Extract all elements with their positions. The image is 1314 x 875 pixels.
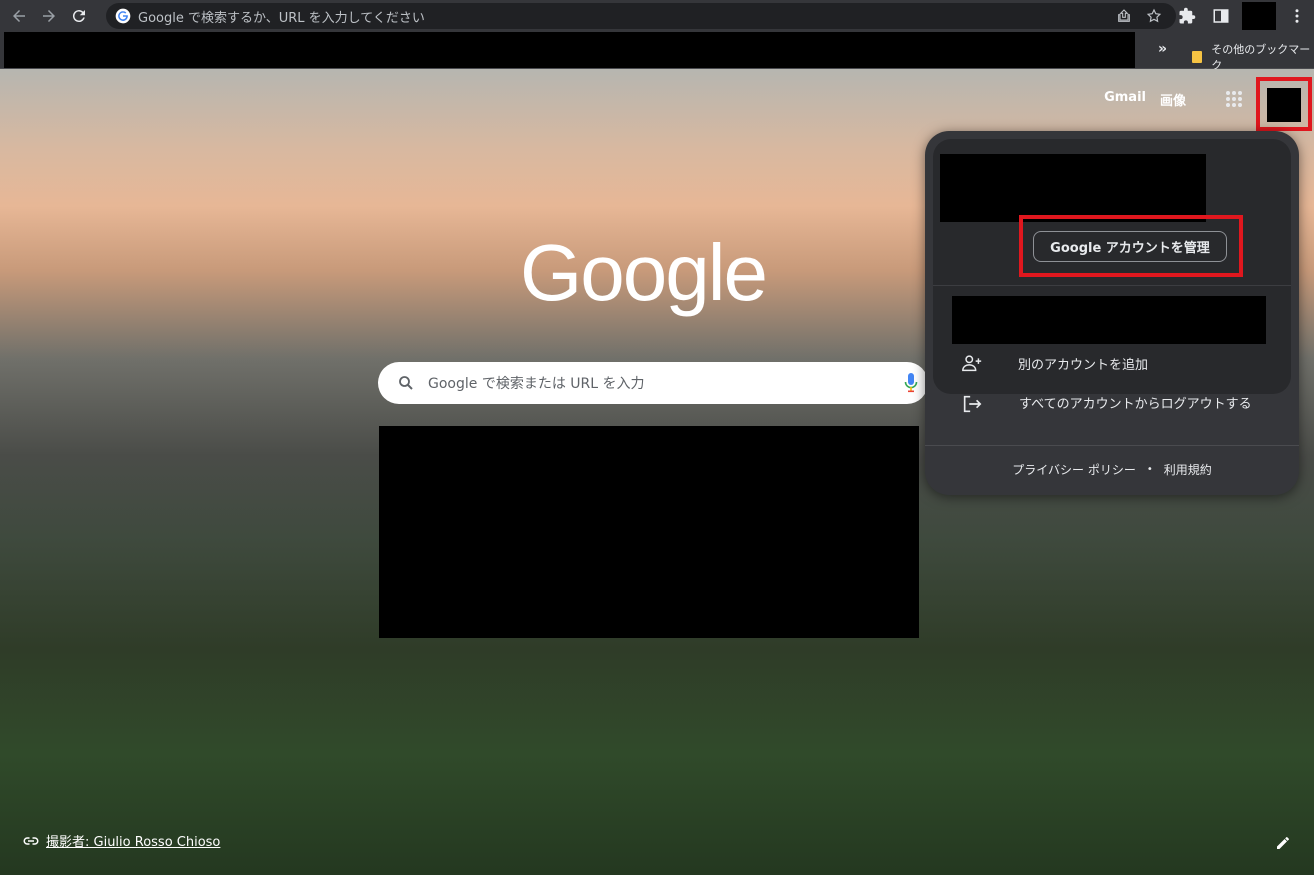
search-icon bbox=[399, 376, 413, 390]
search-placeholder: Google で検索または URL を入力 bbox=[428, 376, 645, 392]
footer-separator: • bbox=[1146, 464, 1153, 475]
extensions-icon[interactable] bbox=[1178, 7, 1196, 25]
add-account-item[interactable]: 別のアカウントを追加 bbox=[961, 352, 1148, 374]
address-bar[interactable]: Google で検索するか、URL を入力してください bbox=[106, 3, 1176, 29]
pencil-icon[interactable] bbox=[1275, 835, 1291, 851]
gmail-link[interactable]: Gmail bbox=[1104, 90, 1146, 109]
manage-account-button[interactable]: Google アカウントを管理 bbox=[1033, 231, 1227, 262]
ntp-search-box[interactable]: Google で検索または URL を入力 bbox=[378, 362, 928, 404]
manage-account-highlight: Google アカウントを管理 bbox=[1019, 215, 1243, 277]
attribution-text: 撮影者: Giulio Rosso Chioso bbox=[46, 835, 221, 850]
address-bar-text: Google で検索するか、URL を入力してください bbox=[138, 10, 425, 26]
mic-icon[interactable] bbox=[904, 373, 918, 393]
google-logo: Google bbox=[520, 228, 768, 317]
reload-icon bbox=[72, 10, 85, 23]
privacy-policy-link[interactable]: プライバシー ポリシー bbox=[1012, 461, 1136, 478]
toolbar-right bbox=[1170, 0, 1314, 32]
forward-icon bbox=[43, 10, 55, 22]
star-icon[interactable] bbox=[1146, 8, 1162, 24]
sign-out-all-label: すべてのアカウントからログアウトする bbox=[1019, 396, 1252, 412]
footer-divider bbox=[925, 445, 1299, 446]
popup-footer: プライバシー ポリシー • 利用規約 bbox=[925, 461, 1299, 478]
photo-attribution[interactable]: 撮影者: Giulio Rosso Chioso bbox=[22, 831, 220, 850]
account-avatar-highlight bbox=[1256, 77, 1312, 131]
logout-icon bbox=[963, 395, 982, 413]
terms-link[interactable]: 利用規約 bbox=[1164, 461, 1212, 478]
add-person-icon bbox=[962, 355, 982, 372]
bookmarks-bar: » その他のブックマーク bbox=[0, 32, 1314, 72]
top-links: Gmail 画像 bbox=[1104, 90, 1186, 109]
redacted-shortcuts bbox=[379, 426, 919, 638]
link-icon bbox=[23, 836, 39, 845]
side-panel-icon[interactable] bbox=[1212, 7, 1230, 25]
menu-icon[interactable] bbox=[1288, 7, 1306, 25]
account-menu-popup: Google アカウントを管理 別のアカウントを追加 すべてのアカウントからログ… bbox=[925, 131, 1299, 495]
bookmarks-overflow-button[interactable]: » bbox=[1158, 41, 1167, 57]
divider bbox=[933, 285, 1291, 286]
back-button[interactable] bbox=[8, 5, 30, 27]
redacted-other-account bbox=[952, 296, 1266, 344]
folder-icon bbox=[1192, 51, 1203, 63]
share-icon[interactable] bbox=[1116, 8, 1132, 24]
redacted-bookmarks bbox=[4, 32, 1135, 68]
reload-button[interactable] bbox=[68, 5, 90, 27]
redacted-account-info bbox=[940, 154, 1206, 222]
apps-icon[interactable] bbox=[1225, 90, 1243, 108]
add-account-label: 別のアカウントを追加 bbox=[1018, 357, 1149, 373]
images-link[interactable]: 画像 bbox=[1160, 90, 1186, 109]
account-avatar[interactable] bbox=[1267, 88, 1301, 122]
forward-button[interactable] bbox=[38, 5, 60, 27]
google-g-icon bbox=[115, 8, 131, 24]
browser-toolbar: Google で検索するか、URL を入力してください bbox=[0, 0, 1314, 32]
sign-out-all-item[interactable]: すべてのアカウントからログアウトする bbox=[961, 393, 1269, 415]
profile-button[interactable] bbox=[1242, 2, 1276, 30]
back-icon bbox=[13, 10, 25, 22]
